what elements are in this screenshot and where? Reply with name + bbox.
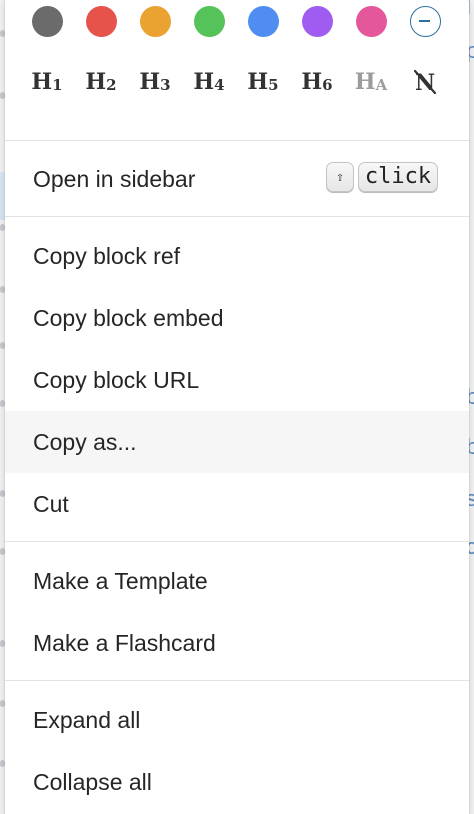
no-heading-icon: N bbox=[413, 69, 437, 96]
expand-all-item[interactable]: Expand all bbox=[5, 689, 469, 751]
heading-level: 4 bbox=[214, 76, 225, 94]
color-swatch-blue[interactable] bbox=[248, 6, 279, 37]
heading-letter: H bbox=[354, 69, 376, 95]
menu-divider bbox=[5, 140, 469, 141]
block-context-menu: H1 H2 H3 H4 H5 H6 HA N Open in sidebar ⇧… bbox=[5, 0, 469, 814]
heading-letter: H bbox=[85, 69, 107, 95]
menu-item-label: Cut bbox=[33, 491, 69, 517]
menu-item-label: Make a Template bbox=[33, 568, 208, 594]
click-key: click bbox=[358, 162, 438, 192]
copy-as-item[interactable]: Copy as... bbox=[5, 411, 469, 473]
auto-heading-button[interactable]: HA bbox=[349, 64, 393, 100]
heading-5-button[interactable]: H5 bbox=[241, 64, 285, 100]
menu-item-label: Copy block ref bbox=[33, 243, 181, 269]
menu-divider bbox=[5, 216, 469, 217]
copy-block-url-item[interactable]: Copy block URL bbox=[5, 349, 469, 411]
page: l p b b s c H1 H2 H3 H4 H5 H6 HA bbox=[0, 0, 474, 814]
heading-letter: H bbox=[247, 69, 269, 95]
heading-level: 1 bbox=[52, 76, 63, 94]
menu-item-label: Copy block embed bbox=[33, 305, 224, 331]
heading-1-button[interactable]: H1 bbox=[25, 64, 69, 100]
color-swatch-purple[interactable] bbox=[302, 6, 333, 37]
heading-level: 6 bbox=[322, 76, 333, 94]
color-swatch-pink[interactable] bbox=[356, 6, 387, 37]
remove-heading-button[interactable]: N bbox=[403, 64, 447, 100]
open-in-sidebar-item[interactable]: Open in sidebar ⇧ click bbox=[5, 148, 469, 210]
heading-letter: H bbox=[301, 69, 323, 95]
cut-item[interactable]: Cut bbox=[5, 473, 469, 535]
color-swatch-yellow[interactable] bbox=[140, 6, 171, 37]
make-flashcard-item[interactable]: Make a Flashcard bbox=[5, 612, 469, 674]
collapse-all-item[interactable]: Collapse all bbox=[5, 751, 469, 813]
heading-picker-row: H1 H2 H3 H4 H5 H6 HA N bbox=[5, 64, 469, 100]
heading-4-button[interactable]: H4 bbox=[187, 64, 231, 100]
heading-letter: H bbox=[31, 69, 53, 95]
heading-6-button[interactable]: H6 bbox=[295, 64, 339, 100]
make-template-item[interactable]: Make a Template bbox=[5, 550, 469, 612]
color-picker-row bbox=[5, 0, 469, 42]
menu-divider bbox=[5, 541, 469, 542]
color-swatch-gray[interactable] bbox=[32, 6, 63, 37]
heading-letter: H bbox=[139, 69, 161, 95]
menu-item-label: Make a Flashcard bbox=[33, 630, 216, 656]
menu-divider bbox=[5, 680, 469, 681]
menu-item-label: Expand all bbox=[33, 707, 141, 733]
menu-item-label: Copy block URL bbox=[33, 367, 200, 393]
shift-key-icon: ⇧ bbox=[326, 162, 354, 192]
minus-circle-icon bbox=[419, 20, 430, 22]
menu-item-label: Copy as... bbox=[33, 429, 137, 455]
heading-level: A bbox=[375, 76, 388, 94]
heading-letter: H bbox=[193, 69, 215, 95]
copy-block-ref-item[interactable]: Copy block ref bbox=[5, 225, 469, 287]
copy-block-embed-item[interactable]: Copy block embed bbox=[5, 287, 469, 349]
heading-level: 3 bbox=[160, 76, 171, 94]
heading-2-button[interactable]: H2 bbox=[79, 64, 123, 100]
color-swatch-red[interactable] bbox=[86, 6, 117, 37]
menu-item-label: Collapse all bbox=[33, 769, 152, 795]
heading-level: 2 bbox=[106, 76, 117, 94]
color-swatch-green[interactable] bbox=[194, 6, 225, 37]
menu-item-label: Open in sidebar bbox=[33, 166, 196, 192]
shortcut-hint: ⇧ click bbox=[326, 162, 438, 194]
heading-3-button[interactable]: H3 bbox=[133, 64, 177, 100]
heading-level: 5 bbox=[268, 76, 279, 94]
remove-color-button[interactable] bbox=[410, 6, 441, 37]
